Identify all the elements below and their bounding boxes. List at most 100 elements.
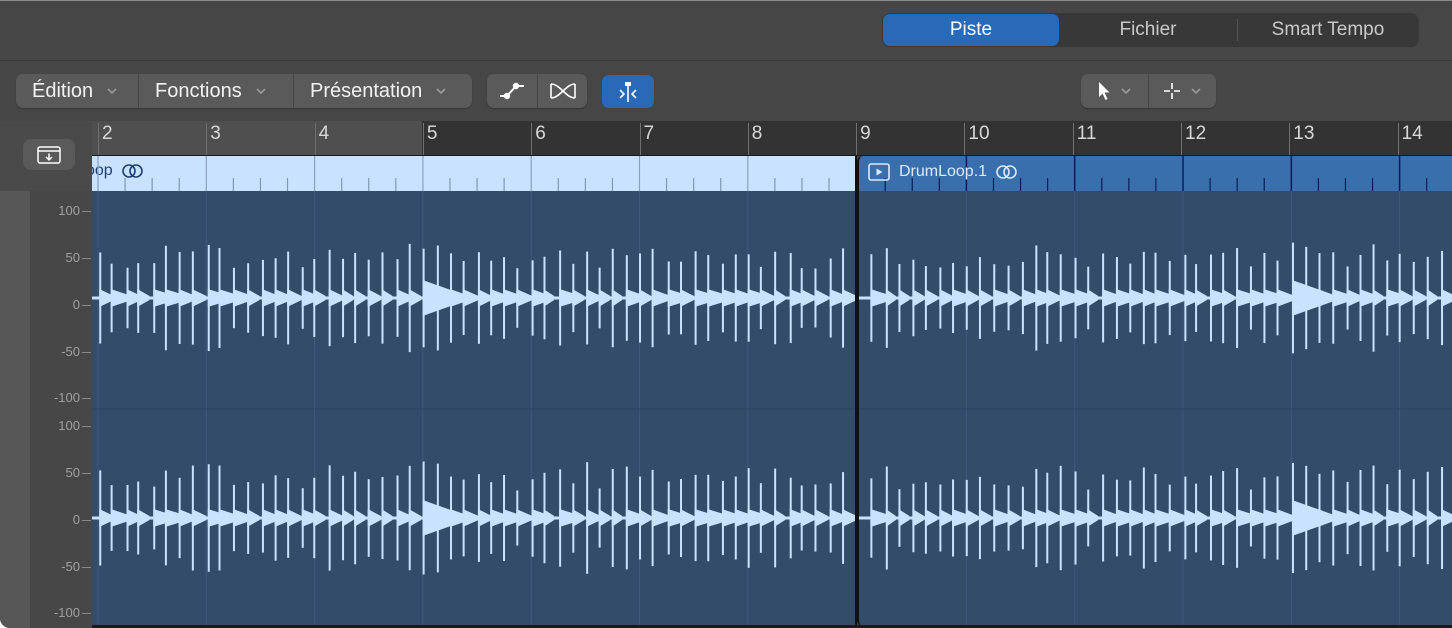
waveform-decay bbox=[516, 289, 533, 307]
waveform-decay bbox=[191, 509, 207, 527]
ruler-bar-number: 6 bbox=[535, 123, 546, 144]
waveform-decay bbox=[759, 289, 775, 307]
waveform-area[interactable] bbox=[92, 191, 855, 626]
ruler-bar-line bbox=[531, 123, 533, 155]
waveform-decay bbox=[1046, 289, 1061, 307]
ruler-bar-number: 4 bbox=[318, 123, 330, 144]
curve-button[interactable] bbox=[487, 74, 537, 108]
tab-smart-tempo[interactable]: Smart Tempo bbox=[1238, 13, 1418, 47]
waveform-decay bbox=[367, 289, 381, 307]
cycle-range[interactable] bbox=[92, 121, 422, 156]
waveform bbox=[92, 191, 855, 626]
waveform-decay bbox=[800, 289, 815, 307]
waveform-channel-right bbox=[859, 462, 1452, 574]
region-header[interactable]: oop bbox=[92, 156, 855, 191]
scale-label: 0 bbox=[72, 512, 80, 527]
scale-tick bbox=[82, 258, 91, 259]
tab-piste[interactable]: Piste bbox=[883, 14, 1059, 46]
scale-label: 100 bbox=[58, 203, 80, 218]
waveform-decay bbox=[1398, 509, 1413, 527]
header-divider bbox=[0, 60, 1452, 61]
audio-region-drumloop-1[interactable]: DrumLoop.1 bbox=[857, 156, 1452, 626]
waveform-decay bbox=[1007, 509, 1020, 527]
waveform-decay bbox=[842, 289, 855, 307]
region-beat-ticks bbox=[97, 156, 830, 191]
waveform-decay bbox=[328, 509, 344, 527]
scale-label: -50 bbox=[61, 559, 80, 574]
waveform-decay bbox=[639, 509, 652, 527]
waveform-decay bbox=[1441, 509, 1452, 527]
import-button[interactable] bbox=[23, 139, 75, 170]
waveform-decay bbox=[939, 509, 953, 527]
view-menu-button[interactable]: Présentation bbox=[294, 74, 472, 108]
region-header[interactable]: DrumLoop.1 bbox=[859, 156, 1452, 191]
waveform-decay bbox=[381, 289, 393, 307]
waveform-decay bbox=[313, 289, 326, 307]
functions-menu-button[interactable]: Fonctions bbox=[139, 74, 293, 108]
waveform-decay bbox=[342, 289, 354, 307]
ruler-bar-line bbox=[206, 123, 208, 155]
waveform-decay bbox=[1412, 289, 1426, 307]
waveform-decay bbox=[381, 509, 393, 527]
ruler-bar-line bbox=[1181, 123, 1182, 155]
scale-tick bbox=[82, 613, 91, 614]
waveform-decay bbox=[313, 509, 326, 527]
waveform-decay bbox=[978, 289, 992, 307]
secondary-tool-button[interactable] bbox=[1149, 74, 1216, 108]
chevron-down-icon bbox=[1190, 88, 1201, 95]
menu-button-group: Édition Fonctions Présentation bbox=[16, 74, 472, 108]
chevron-down-icon bbox=[256, 88, 266, 95]
waveform-decay bbox=[462, 509, 479, 527]
waveform-decay bbox=[586, 509, 601, 527]
ruler-bar-line bbox=[639, 123, 641, 155]
crossfade-button[interactable] bbox=[538, 74, 587, 108]
waveform-decay bbox=[924, 509, 938, 527]
waveform-decay bbox=[1441, 289, 1452, 307]
loop-link-icon bbox=[996, 165, 1017, 179]
functions-menu-label: Fonctions bbox=[155, 79, 242, 102]
waveform-area[interactable] bbox=[859, 191, 1452, 626]
crossfade-icon bbox=[549, 83, 576, 99]
tab-fichier[interactable]: Fichier bbox=[1059, 13, 1237, 47]
waveform-decay bbox=[924, 289, 938, 307]
waveform-decay bbox=[137, 509, 150, 527]
ruler-bar-number: 2 bbox=[102, 123, 113, 144]
waveform-decay bbox=[898, 509, 910, 527]
chevron-down-icon bbox=[436, 88, 446, 95]
ruler-bar-number: 13 bbox=[1293, 123, 1315, 144]
waveform-decay bbox=[842, 509, 855, 527]
waveform bbox=[859, 191, 1452, 626]
scale-tick bbox=[82, 520, 91, 521]
ruler-bar-line bbox=[314, 123, 316, 155]
audio-region-drumloop[interactable]: oop bbox=[92, 156, 857, 626]
curve-icon bbox=[500, 82, 524, 100]
ruler-bar-number: 8 bbox=[751, 123, 763, 144]
waveform-decay bbox=[1087, 509, 1099, 527]
ruler-bar-number: 9 bbox=[860, 123, 871, 144]
pointer-tool-button[interactable] bbox=[1081, 74, 1148, 108]
ruler-bar-line bbox=[1397, 123, 1399, 155]
audio-file-editor: Piste Fichier Smart Tempo Édition Foncti… bbox=[0, 0, 1452, 628]
waveform-decay bbox=[814, 509, 828, 527]
waveform-decay bbox=[1372, 509, 1384, 527]
edit-menu-button[interactable]: Édition bbox=[16, 74, 138, 108]
waveform-decay bbox=[774, 509, 786, 527]
waveform-decay bbox=[586, 289, 601, 307]
region-name: DrumLoop.1 bbox=[899, 163, 988, 180]
scale-label: -100 bbox=[53, 605, 80, 620]
waveform-decay bbox=[1195, 289, 1207, 307]
view-menu-label: Présentation bbox=[310, 79, 423, 102]
scale-tick bbox=[82, 473, 91, 474]
waveform-decay bbox=[885, 509, 896, 527]
waveform-decay bbox=[965, 509, 979, 527]
ruler-bar-number: 12 bbox=[1185, 123, 1207, 144]
ruler-bar-number: 3 bbox=[210, 123, 221, 144]
waveform-decay bbox=[354, 509, 366, 527]
ruler-bar-number: 10 bbox=[968, 123, 990, 144]
waveform-decay bbox=[191, 289, 207, 307]
flex-button[interactable] bbox=[602, 75, 654, 108]
scale-label: -100 bbox=[53, 390, 80, 405]
waveform-decay bbox=[287, 289, 302, 307]
scale-tick bbox=[82, 567, 91, 568]
import-download-icon bbox=[37, 145, 61, 164]
